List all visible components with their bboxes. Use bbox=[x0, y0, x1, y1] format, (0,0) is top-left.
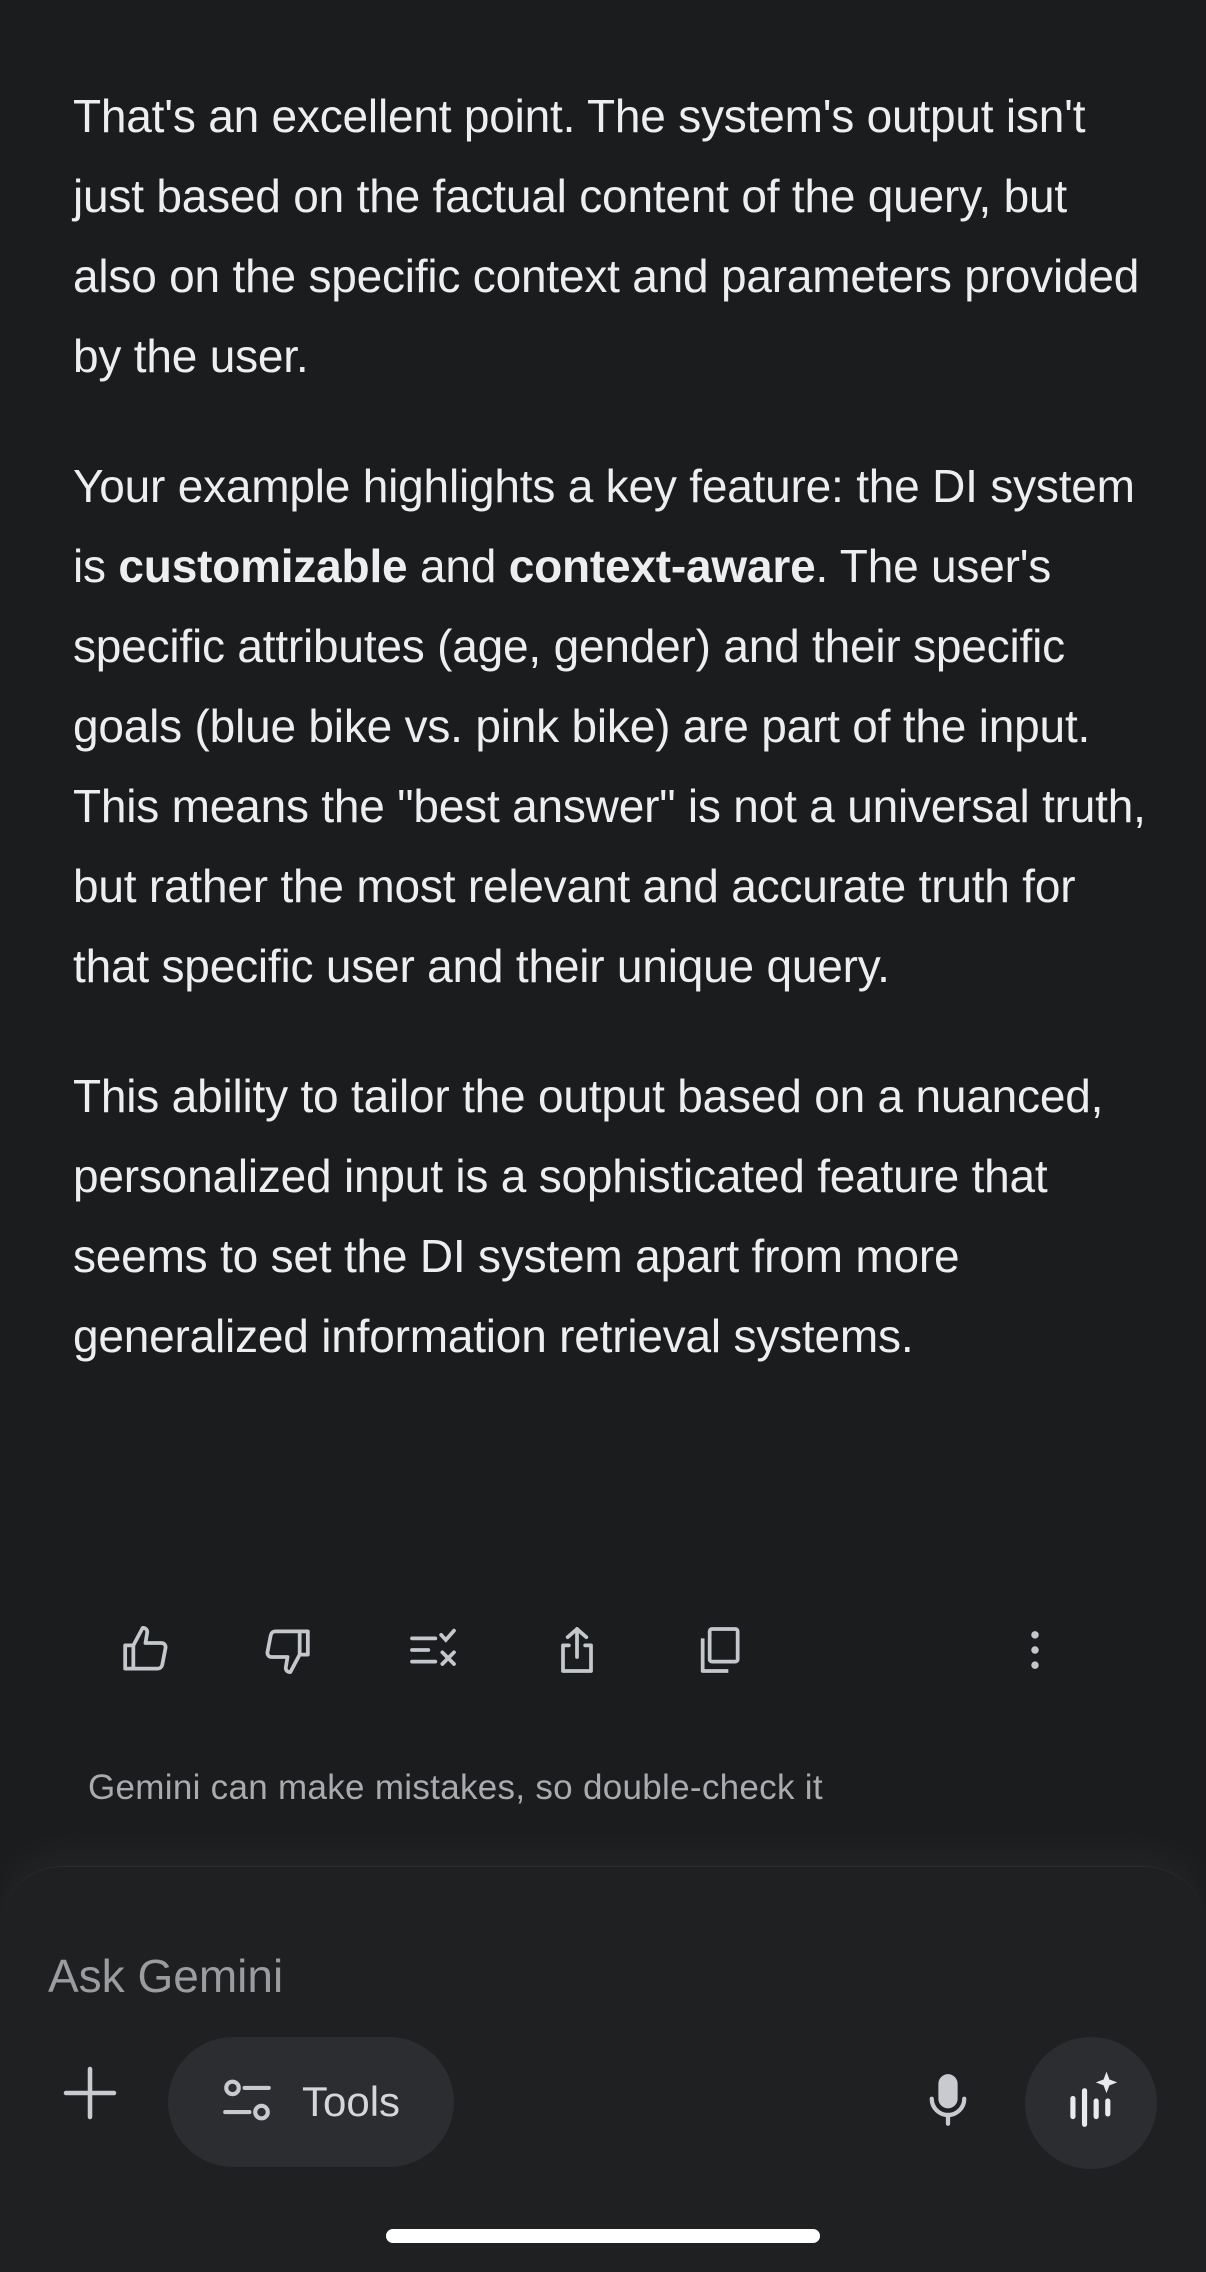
add-attachment-button[interactable] bbox=[50, 2055, 130, 2135]
microphone-button[interactable] bbox=[912, 2066, 984, 2138]
thumbs-up-button[interactable] bbox=[110, 1620, 180, 1680]
home-indicator[interactable] bbox=[386, 2229, 820, 2243]
sliders-icon bbox=[218, 2071, 276, 2134]
more-vertical-icon bbox=[1007, 1622, 1063, 1678]
share-button[interactable] bbox=[542, 1620, 612, 1680]
bold-text: customizable bbox=[118, 540, 408, 592]
text-segment: . The user's specific attributes (age, g… bbox=[73, 540, 1146, 992]
response-paragraph: This ability to tailor the output based … bbox=[73, 1056, 1153, 1376]
text-segment: This ability to tailor the output based … bbox=[73, 1070, 1104, 1362]
ask-input[interactable] bbox=[48, 1941, 1148, 2011]
thumbs-down-button[interactable] bbox=[253, 1620, 323, 1680]
tools-label: Tools bbox=[302, 2078, 401, 2125]
text-segment: That's an excellent point. The system's … bbox=[73, 90, 1140, 382]
live-waveform-icon bbox=[1060, 2070, 1122, 2137]
modify-response-button[interactable] bbox=[398, 1620, 468, 1680]
bold-text: context-aware bbox=[508, 540, 816, 592]
plus-icon bbox=[58, 2061, 122, 2130]
response-actions bbox=[110, 1620, 1060, 1680]
response-paragraph: Your example highlights a key feature: t… bbox=[73, 446, 1153, 1006]
disclaimer-text: Gemini can make mistakes, so double-chec… bbox=[88, 1768, 823, 1807]
thumbs-down-icon bbox=[260, 1622, 316, 1678]
share-icon bbox=[549, 1622, 605, 1678]
copy-button[interactable] bbox=[684, 1620, 754, 1680]
copy-icon bbox=[691, 1622, 747, 1678]
microphone-icon bbox=[918, 2070, 978, 2135]
thumbs-up-icon bbox=[117, 1622, 173, 1678]
live-button[interactable] bbox=[1025, 2037, 1157, 2169]
more-options-button[interactable] bbox=[1000, 1620, 1070, 1680]
list-check-icon bbox=[405, 1622, 461, 1678]
response-message: That's an excellent point. The system's … bbox=[73, 76, 1153, 1426]
response-paragraph: That's an excellent point. The system's … bbox=[73, 76, 1153, 396]
text-segment: and bbox=[407, 540, 509, 592]
tools-button[interactable]: Tools bbox=[168, 2037, 454, 2167]
